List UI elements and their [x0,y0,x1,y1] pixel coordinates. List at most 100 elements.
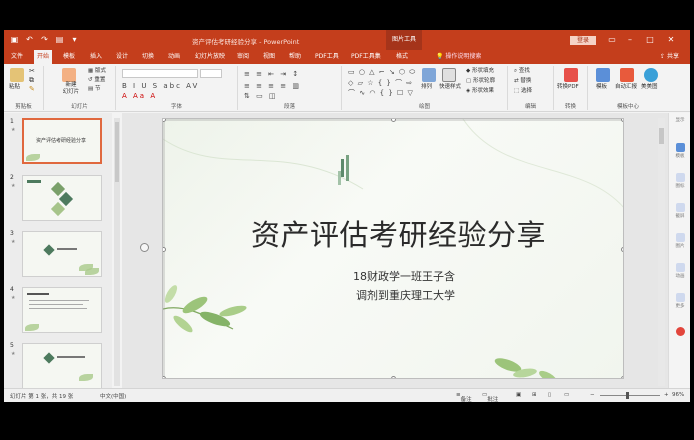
thumbnail-scrollbar[interactable] [114,118,120,386]
arrange-label[interactable]: 排列 [421,84,432,91]
text-direction-buttons[interactable]: ⇅ ▭ ◫ [244,92,278,100]
font-size-box[interactable] [200,69,222,78]
beauty-icon[interactable] [644,68,658,82]
tab-view[interactable]: 视图 [260,50,278,64]
tab-format[interactable]: 格式 [393,50,411,64]
slide-thumbnail-1[interactable]: 资产评估考研经验分享 [22,118,102,164]
sidebar-item-animation[interactable]: 动画 [671,263,689,279]
redo-icon[interactable]: ↷ [40,35,49,44]
reading-view-icon[interactable]: ▯ [548,392,551,398]
copy-icon[interactable]: ⧉ [29,77,34,84]
login-button[interactable]: 登录 [570,36,596,45]
tab-home[interactable]: 开始 [34,50,53,64]
tab-pdf-tools[interactable]: PDF工具 [312,50,342,64]
quick-styles-icon[interactable] [442,68,456,82]
zoom-out-icon[interactable]: − [590,392,595,398]
editor-scrollbar[interactable] [658,118,665,386]
customize-qat-icon[interactable]: ▾ [70,35,79,44]
tab-design[interactable]: 设计 [113,50,131,64]
slide-thumbnail-3[interactable] [22,231,102,277]
replace-button[interactable]: ⇄ 替换 [514,78,531,85]
current-slide[interactable]: 资产评估考研经验分享 18财政学一班王子含 调剂到重庆理工大学 [162,118,624,379]
language-indicator[interactable]: 中文(中国) [100,392,126,400]
section-button[interactable]: ▤ 节 [88,86,100,93]
align-buttons[interactable]: ≡ ≡ ≡ ≡ ▥ [244,82,301,90]
list-buttons[interactable]: ≡ ≡ ⇤ ⇥ ↕ [244,70,300,78]
new-slide-label[interactable]: 新建 幻灯片 [58,82,84,96]
shape-fill-button[interactable]: ◆ 形状填充 [466,68,494,75]
font-name-box[interactable] [122,69,198,78]
shape-outline-button[interactable]: ▢ 形状轮廓 [466,78,495,85]
slide-title[interactable]: 资产评估考研经验分享 [251,212,551,254]
font-format-buttons[interactable]: B I U S abc AV [122,82,199,90]
tab-pdf-toolset[interactable]: PDF工具集 [348,50,384,64]
resize-handle[interactable] [163,376,166,378]
shapes-gallery[interactable]: ▭ ○ △ ⌐ ↘ ⬡ ⬭ [348,68,416,77]
slide-thumbnail-2[interactable] [22,175,102,221]
slide-subtitle-school[interactable]: 调剂到重庆理工大学 [356,287,455,303]
resize-handle[interactable] [621,247,623,252]
sidebar-item-templates[interactable]: 模板 [671,143,689,159]
share-button[interactable]: ⇪ 共享 [660,50,679,64]
tab-help[interactable]: 帮助 [286,50,304,64]
tab-review[interactable]: 审阅 [234,50,252,64]
tab-animations[interactable]: 动画 [165,50,183,64]
tab-slideshow[interactable]: 幻灯片放映 [192,50,228,64]
shapes-gallery-row2[interactable]: ◇ ▱ ☆ { } ⌒ ⇨ [348,78,413,88]
select-button[interactable]: ⬚ 选择 [514,88,532,95]
auto-report-icon[interactable] [620,68,634,82]
close-icon[interactable]: ✕ [665,34,677,45]
slide-thumbnail-4[interactable] [22,287,102,333]
rotate-handle-icon[interactable] [140,243,149,252]
undo-icon[interactable]: ↶ [25,35,34,44]
save-icon[interactable]: ▣ [10,35,19,44]
zoom-level[interactable]: 96% [672,392,684,398]
cut-icon[interactable]: ✂ [29,68,35,75]
notes-button[interactable]: ≡ 备注 [456,392,472,402]
minimize-icon[interactable]: – [624,34,636,45]
slide-thumbnail-5[interactable] [22,343,102,389]
zoom-slider[interactable] [600,395,660,396]
arrange-icon[interactable] [422,68,436,82]
quick-styles-label[interactable]: 快速样式 [439,84,461,91]
comments-button[interactable]: ▭ 批注 [482,392,498,402]
reset-button[interactable]: ↺ 重置 [88,77,105,84]
present-icon[interactable]: ▤ [55,35,64,44]
sidebar-item-icons[interactable]: 图标 [671,173,689,189]
resize-handle[interactable] [621,119,623,122]
sidebar-item-more[interactable]: 更多 [671,293,689,309]
paste-label[interactable]: 粘贴 [9,84,20,91]
convert-pdf-label[interactable]: 转换PDF [557,84,579,91]
pdf-convert-icon[interactable] [564,68,578,82]
slide-sorter-icon[interactable]: ⊞ [532,392,537,398]
resize-handle[interactable] [621,376,623,378]
resize-handle[interactable] [391,376,396,378]
font-color-buttons[interactable]: A Aa A [122,92,157,100]
sidebar-item-screenshot[interactable]: 截屏 [671,203,689,219]
zoom-in-icon[interactable]: + [664,392,669,398]
tab-templates[interactable]: 模板 [60,50,78,64]
slideshow-icon[interactable]: ▭ [564,392,569,398]
layout-button[interactable]: ▦ 版式 [88,68,106,75]
templates-icon[interactable] [596,68,610,82]
format-painter-icon[interactable]: ✎ [29,86,35,93]
tab-insert[interactable]: 插入 [87,50,105,64]
find-button[interactable]: ⌕ 查找 [514,68,530,75]
scrollbar-thumb[interactable] [115,122,119,182]
beauty-label[interactable]: 美美图 [641,84,658,91]
ribbon-display-icon[interactable]: ▭ [606,34,618,45]
auto-report-label[interactable]: 自动汇报 [615,84,637,91]
shapes-gallery-row3[interactable]: ⌒ ∿ ◠ { } ☐ ▽ [348,88,414,98]
paste-icon[interactable] [10,68,24,82]
sidebar-item-pictures[interactable]: 图片 [671,233,689,249]
normal-view-icon[interactable]: ▣ [516,392,521,398]
tab-file[interactable]: 文件 [8,50,26,64]
scrollbar-thumb[interactable] [659,128,664,144]
slide-subtitle-name[interactable]: 18财政学一班王子含 [353,268,455,284]
templates-label[interactable]: 模板 [596,84,607,91]
sidebar-item-display[interactable]: 显示 [671,117,689,123]
tell-me-search[interactable]: 💡 操作说明搜索 [436,50,481,64]
zoom-slider-knob[interactable] [626,392,629,399]
shape-effects-button[interactable]: ◈ 形状效果 [466,88,494,95]
sidebar-item-app[interactable] [671,327,689,337]
